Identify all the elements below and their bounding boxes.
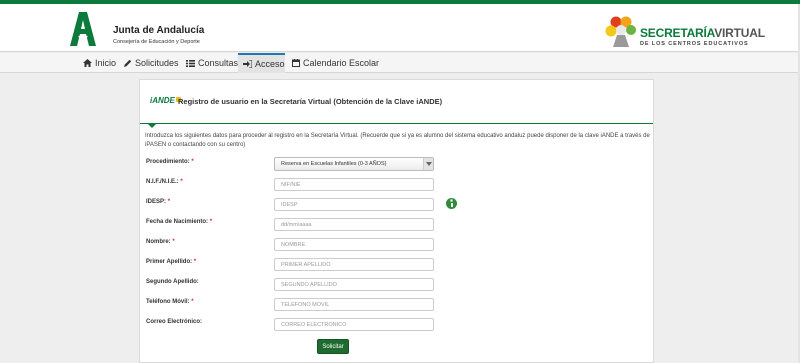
segundo-apellido-label: Segundo Apellido: xyxy=(146,279,199,285)
email-input[interactable] xyxy=(274,318,434,331)
idesp-label: IDESP: * xyxy=(146,199,170,205)
brand-title-part-a: SECRETARÍA xyxy=(640,26,715,40)
nav-label-inicio: Inicio xyxy=(95,58,117,68)
email-label: Correo Electrónico: xyxy=(146,319,202,325)
nav-item-solicitudes[interactable]: Solicitudes xyxy=(124,53,179,73)
calendar-icon xyxy=(292,59,300,67)
segundo-apellido-input[interactable] xyxy=(274,278,434,291)
idesp-input[interactable] xyxy=(274,198,434,211)
email-label-text: Correo Electrónico: xyxy=(146,319,203,325)
home-icon xyxy=(83,59,92,67)
panel-title: Registro de usuario en la Secretaría Vir… xyxy=(178,97,443,106)
required-mark: * xyxy=(193,259,197,265)
solicitar-button[interactable]: Solicitar xyxy=(317,339,349,354)
telefono-label: Teléfono Móvil: * xyxy=(146,299,194,305)
nombre-label: Nombre: * xyxy=(146,239,175,245)
intro-text: Introduzca los siguientes datos para pro… xyxy=(145,133,650,148)
info-icon[interactable] xyxy=(446,198,457,209)
procedimiento-select[interactable]: Reserva en Escuelas Infantiles (0-3 AÑOS… xyxy=(274,157,434,171)
nav-label-solicitudes: Solicitudes xyxy=(135,58,179,68)
idesp-label-text: IDESP: xyxy=(146,199,167,205)
nav-item-calendario[interactable]: Calendario Escolar xyxy=(292,53,379,73)
nav-item-consultas[interactable]: Consultas xyxy=(186,53,238,73)
procedimiento-label-text: Procedimiento: xyxy=(146,159,190,165)
iande-logo-text: iANDE xyxy=(150,96,175,105)
primer-apellido-label: Primer Apellido: * xyxy=(146,259,196,265)
nav-item-inicio[interactable]: Inicio xyxy=(83,53,116,73)
brand-title-part-b: VIRTUAL xyxy=(714,26,765,40)
org-subtitle: Consejería de Educación y Deporte xyxy=(113,39,200,45)
sign-in-icon xyxy=(243,60,252,68)
primer-apellido-input[interactable] xyxy=(274,258,434,271)
telefono-label-text: Teléfono Móvil: xyxy=(146,299,190,305)
required-mark: * xyxy=(167,199,171,205)
segundo-apellido-label-text: Segundo Apellido: xyxy=(146,279,199,285)
fecha-label-text: Fecha de Nacimiento: xyxy=(146,219,209,225)
nav-label-acceso: Acceso xyxy=(255,59,285,69)
list-icon xyxy=(186,59,195,67)
required-mark: * xyxy=(191,159,194,165)
nombre-input[interactable] xyxy=(274,238,434,251)
nav-label-consultas: Consultas xyxy=(198,58,239,68)
secretaria-virtual-logo xyxy=(605,16,636,47)
required-mark: * xyxy=(180,179,183,185)
fecha-label: Fecha de Nacimiento: * xyxy=(146,219,212,225)
procedimiento-selected-value: Reserva en Escuelas Infantiles (0-3 AÑOS… xyxy=(281,161,387,167)
fecha-nacimiento-input[interactable] xyxy=(274,218,434,231)
required-mark: * xyxy=(209,219,213,225)
procedimiento-label: Procedimiento: * xyxy=(146,159,194,165)
registration-panel: iANDE Registro de usuario en la Secretar… xyxy=(139,79,654,363)
telefono-movil-input[interactable] xyxy=(274,298,434,311)
iande-logo: iANDE xyxy=(150,96,181,105)
brand-subtitle: DE LOS CENTROS EDUCATIVOS xyxy=(640,41,749,47)
chevron-down-icon xyxy=(423,158,433,170)
panel-header: iANDE Registro de usuario en la Secretar… xyxy=(140,80,653,124)
junta-andalucia-logo xyxy=(70,12,96,46)
nav-item-acceso[interactable]: Acceso xyxy=(238,53,285,73)
main-nav: Inicio Solicitudes Consultas Acceso Cale… xyxy=(0,53,800,73)
nif-input[interactable] xyxy=(274,178,434,191)
required-mark: * xyxy=(172,239,175,245)
site-header: Junta de Andalucía Consejería de Educaci… xyxy=(0,4,800,52)
required-mark: * xyxy=(191,299,194,305)
nombre-label-text: Nombre: xyxy=(146,239,171,245)
brand-title: SECRETARÍAVIRTUAL xyxy=(640,26,765,40)
pencil-icon xyxy=(124,59,132,67)
org-name: Junta de Andalucía xyxy=(113,25,205,36)
nif-label-text: N.I.F./N.I.E.: xyxy=(146,179,179,185)
nif-label: N.I.F./N.I.E.: * xyxy=(146,179,183,185)
primer-apellido-label-text: Primer Apellido: xyxy=(146,259,193,265)
header-pointer xyxy=(148,124,156,128)
nav-label-calendario: Calendario Escolar xyxy=(303,58,380,68)
